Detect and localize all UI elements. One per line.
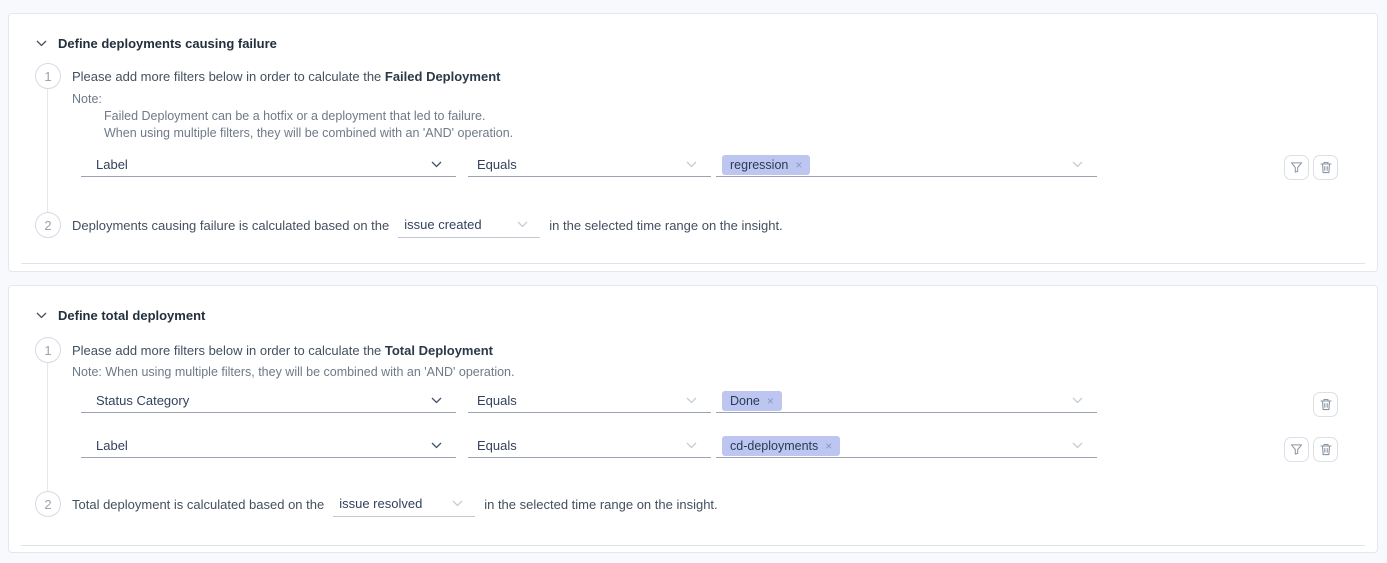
collapse-chevron-icon[interactable]	[36, 312, 47, 319]
filter-options-button[interactable]	[1284, 437, 1309, 462]
note-line: Failed Deployment can be a hotfix or a d…	[104, 108, 485, 125]
values-multiselect[interactable]: regression ×	[716, 153, 1097, 177]
panel-footer-divider	[21, 263, 1365, 264]
chevron-down-icon	[686, 442, 711, 449]
delete-filter-button[interactable]	[1313, 155, 1338, 180]
step-connector-line	[47, 89, 48, 212]
trash-icon	[1320, 398, 1332, 411]
step-1-instruction: Please add more filters below in order t…	[72, 343, 493, 359]
define-total-deployment-section: Define total deployment 1 Please add mor…	[8, 285, 1378, 553]
section-title: Define deployments causing failure	[58, 36, 277, 51]
funnel-icon	[1290, 443, 1303, 456]
step-2-calculation-row: Deployments causing failure is calculate…	[72, 212, 783, 238]
calculation-text-after: in the selected time range on the insigh…	[549, 218, 782, 233]
chevron-down-icon	[1072, 397, 1097, 404]
value-tag: regression ×	[722, 155, 810, 175]
chevron-down-icon	[686, 161, 711, 168]
chevron-down-icon	[686, 397, 711, 404]
collapse-chevron-icon[interactable]	[36, 40, 47, 47]
chevron-down-icon	[431, 397, 456, 404]
section-title: Define total deployment	[58, 308, 205, 323]
note-line: When using multiple filters, they will b…	[104, 125, 513, 142]
step-2-calculation-row: Total deployment is calculated based on …	[72, 491, 718, 517]
note-line: Note: When using multiple filters, they …	[72, 364, 514, 381]
trash-icon	[1320, 443, 1332, 456]
remove-tag-icon[interactable]: ×	[795, 159, 802, 171]
values-multiselect[interactable]: cd-deployments ×	[716, 434, 1097, 458]
value-tag: cd-deployments ×	[722, 436, 840, 456]
calculation-basis-select[interactable]: issue created	[398, 212, 540, 238]
step-1-badge: 1	[35, 337, 61, 363]
calculation-basis-select[interactable]: issue resolved	[333, 491, 475, 517]
funnel-icon	[1290, 161, 1303, 174]
step-1-instruction: Please add more filters below in order t…	[72, 69, 500, 85]
remove-tag-icon[interactable]: ×	[767, 395, 774, 407]
step-2-badge: 2	[35, 212, 61, 238]
calculation-text-before: Total deployment is calculated based on …	[72, 497, 324, 512]
step-1-badge: 1	[35, 63, 61, 89]
delete-filter-button[interactable]	[1313, 392, 1338, 417]
operator-select[interactable]: Equals	[468, 389, 711, 413]
filter-options-button[interactable]	[1284, 155, 1309, 180]
step-2-badge: 2	[35, 491, 61, 517]
chevron-down-icon	[1072, 442, 1097, 449]
step-connector-line	[47, 363, 48, 491]
chevron-down-icon	[452, 500, 475, 507]
trash-icon	[1320, 161, 1332, 174]
section-header[interactable]: Define total deployment	[36, 307, 205, 323]
field-select[interactable]: Label	[81, 434, 456, 458]
chevron-down-icon	[431, 442, 456, 449]
section-header[interactable]: Define deployments causing failure	[36, 35, 277, 51]
chevron-down-icon	[431, 161, 456, 168]
calculation-text-before: Deployments causing failure is calculate…	[72, 218, 389, 233]
operator-select[interactable]: Equals	[468, 153, 711, 177]
operator-select[interactable]: Equals	[468, 434, 711, 458]
panel-footer-divider	[21, 545, 1365, 546]
note-label: Note:	[72, 91, 102, 108]
values-multiselect[interactable]: Done ×	[716, 389, 1097, 413]
chevron-down-icon	[1072, 161, 1097, 168]
value-tag: Done ×	[722, 391, 782, 411]
calculation-text-after: in the selected time range on the insigh…	[484, 497, 717, 512]
field-select[interactable]: Status Category	[81, 389, 456, 413]
chevron-down-icon	[517, 221, 540, 228]
define-deployments-causing-failure-section: Define deployments causing failure 1 Ple…	[8, 13, 1378, 272]
remove-tag-icon[interactable]: ×	[825, 440, 832, 452]
field-select[interactable]: Label	[81, 153, 456, 177]
delete-filter-button[interactable]	[1313, 437, 1338, 462]
